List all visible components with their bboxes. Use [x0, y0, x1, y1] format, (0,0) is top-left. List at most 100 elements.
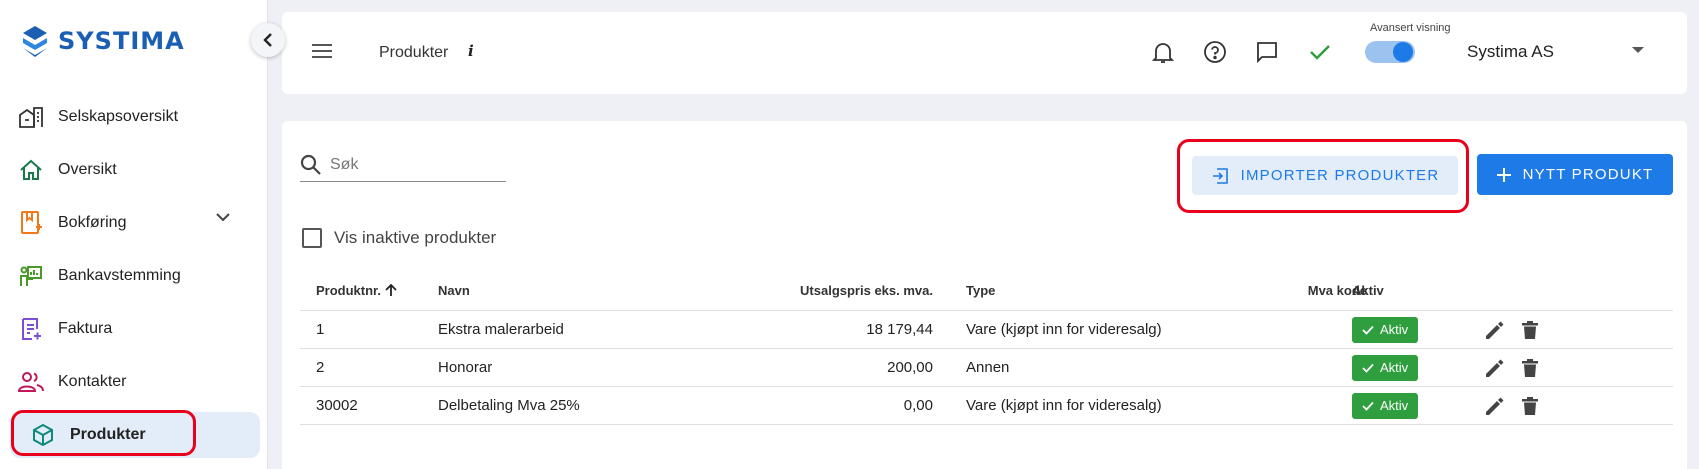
sidebar-item-bankavstemming[interactable]: Bankavstemming — [0, 249, 268, 302]
status-badge: Aktiv — [1352, 316, 1419, 343]
sidebar-item-label: Oversikt — [58, 160, 117, 178]
check-icon — [1362, 401, 1374, 411]
book-plus-icon — [18, 210, 44, 236]
cell-utsalgspris: 18 179,44 — [866, 321, 933, 338]
cell-navn: Ekstra malerarbeid — [438, 321, 564, 338]
cell-navn: Delbetaling Mva 25% — [438, 397, 580, 414]
edit-pencil-icon[interactable] — [1485, 396, 1505, 416]
column-header-aktiv[interactable]: Aktiv — [1352, 271, 1384, 310]
help-icon[interactable] — [1202, 39, 1228, 65]
sidebar-item-label: Bokføring — [58, 213, 127, 231]
collapse-sidebar-button[interactable] — [251, 23, 285, 57]
chat-icon[interactable] — [1254, 39, 1280, 65]
delete-trash-icon[interactable] — [1521, 396, 1539, 416]
cell-navn: Honorar — [438, 359, 493, 376]
sidebar-item-faktura[interactable]: Faktura — [0, 302, 268, 355]
table-row[interactable]: 1 Ekstra malerarbeid 18 179,44 Vare (kjø… — [300, 311, 1673, 349]
hamburger-menu-icon[interactable] — [312, 44, 332, 58]
sort-arrow-up-icon — [385, 284, 397, 296]
sidebar-item-label: Produkter — [70, 426, 146, 443]
status-label: Aktiv — [1380, 398, 1409, 413]
people-icon — [18, 369, 44, 395]
column-header-produktnr[interactable]: Produktnr. — [316, 271, 397, 310]
table-row[interactable]: 2 Honorar 200,00 Annen 3 Aktiv — [300, 349, 1673, 387]
column-header-utsalgspris[interactable]: Utsalgspris eks. mva. — [800, 271, 933, 310]
row-actions — [1485, 387, 1539, 424]
edit-pencil-icon[interactable] — [1485, 358, 1505, 378]
cell-aktiv: Aktiv — [1352, 349, 1419, 386]
new-product-button[interactable]: NYTT PRODUKT — [1477, 154, 1673, 195]
app-name: SYSTIMA — [58, 27, 185, 55]
cell-aktiv: Aktiv — [1352, 387, 1419, 424]
cell-produktnr: 1 — [316, 321, 325, 338]
products-card: IMPORTER PRODUKTER NYTT PRODUKT Vis inak… — [282, 121, 1687, 469]
column-header-navn[interactable]: Navn — [438, 271, 470, 310]
edit-pencil-icon[interactable] — [1485, 320, 1505, 340]
show-inactive-label: Vis inaktive produkter — [334, 228, 497, 247]
sidebar-nav: Selskapsoversikt Oversikt Bokføring Bank… — [0, 90, 268, 458]
chevron-down-icon[interactable] — [216, 213, 230, 222]
sidebar-item-produkter[interactable]: Produkter — [10, 412, 260, 458]
new-product-label: NYTT PRODUKT — [1522, 166, 1654, 183]
import-icon — [1212, 167, 1228, 184]
sidebar-item-label: Faktura — [58, 319, 113, 337]
import-products-button[interactable]: IMPORTER PRODUKTER — [1192, 156, 1458, 195]
sidebar-item-oversikt[interactable]: Oversikt — [0, 143, 268, 196]
status-label: Aktiv — [1380, 360, 1409, 375]
plus-icon — [1496, 167, 1511, 182]
import-products-label: IMPORTER PRODUKTER — [1240, 167, 1440, 184]
systima-logo-icon — [23, 26, 47, 57]
sidebar-item-kontakter[interactable]: Kontakter — [0, 355, 268, 408]
column-header-label: Produktnr. — [316, 283, 382, 298]
sidebar-item-selskapsoversikt[interactable]: Selskapsoversikt — [0, 90, 268, 143]
status-badge: Aktiv — [1352, 392, 1419, 419]
search-input[interactable] — [330, 156, 490, 174]
logo[interactable]: SYSTIMA — [20, 24, 185, 58]
sidebar-item-bokforing[interactable]: Bokføring — [0, 196, 268, 249]
cell-type: Vare (kjøpt inn for videresalg) — [966, 397, 1162, 414]
check-icon — [1362, 363, 1374, 373]
row-actions — [1485, 311, 1539, 348]
check-status-icon[interactable] — [1307, 39, 1333, 65]
page-title: Produkter — [379, 44, 449, 61]
advanced-view-toggle[interactable] — [1365, 41, 1415, 63]
status-label: Aktiv — [1380, 322, 1409, 337]
home-icon — [18, 157, 44, 183]
sidebar-item-label: Kontakter — [58, 372, 127, 390]
cell-utsalgspris: 200,00 — [887, 359, 933, 376]
delete-trash-icon[interactable] — [1521, 358, 1539, 378]
toggle-knob — [1393, 42, 1413, 62]
column-header-type[interactable]: Type — [966, 271, 995, 310]
search-icon — [300, 154, 321, 175]
cell-utsalgspris: 0,00 — [903, 397, 933, 414]
cell-type: Annen — [966, 359, 1010, 376]
bank-icon — [18, 263, 44, 289]
advanced-view-label: Avansert visning — [1370, 22, 1451, 34]
status-badge: Aktiv — [1352, 354, 1419, 381]
top-header: Produkter i Avansert visning Systima AS — [282, 12, 1687, 94]
table-row[interactable]: 30002 Delbetaling Mva 25% 0,00 Vare (kjø… — [300, 387, 1673, 425]
bell-icon[interactable] — [1150, 39, 1176, 65]
table-header: Produktnr. Navn Utsalgspris eks. mva. Ty… — [300, 271, 1673, 311]
show-inactive-checkbox[interactable] — [302, 228, 322, 248]
sidebar: SYSTIMA Selskapsoversikt Oversikt Bokfør… — [0, 0, 268, 469]
building-icon — [18, 104, 44, 130]
sidebar-item-label: Selskapsoversikt — [58, 107, 179, 125]
cell-produktnr: 30002 — [316, 397, 358, 414]
products-table: Produktnr. Navn Utsalgspris eks. mva. Ty… — [300, 271, 1673, 425]
check-icon — [1362, 325, 1374, 335]
search-field[interactable] — [300, 149, 506, 182]
cell-produktnr: 2 — [316, 359, 325, 376]
show-inactive-row: Vis inaktive produkter — [302, 228, 496, 248]
row-actions — [1485, 349, 1539, 386]
info-icon[interactable]: i — [468, 42, 474, 60]
cube-icon — [30, 422, 56, 448]
cell-type: Vare (kjøpt inn for videresalg) — [966, 321, 1162, 338]
invoice-icon — [18, 316, 44, 342]
delete-trash-icon[interactable] — [1521, 320, 1539, 340]
sidebar-item-label: Bankavstemming — [58, 266, 181, 284]
chevron-left-icon — [263, 33, 272, 47]
cell-aktiv: Aktiv — [1352, 311, 1419, 348]
caret-down-icon[interactable] — [1632, 47, 1644, 53]
company-selector[interactable]: Systima AS — [1467, 42, 1554, 62]
